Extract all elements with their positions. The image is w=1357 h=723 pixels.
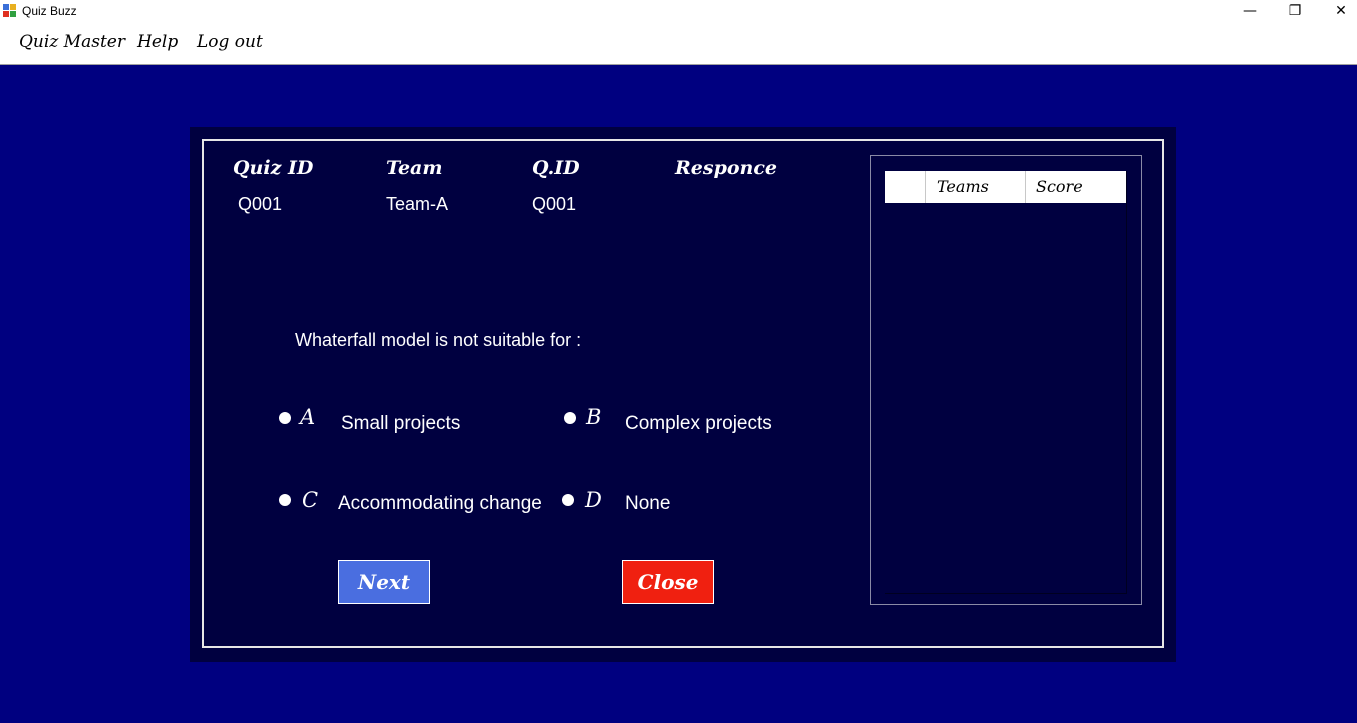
option-b-radio[interactable] (564, 412, 576, 424)
menu-quiz-master[interactable]: Quiz Master (19, 32, 125, 52)
option-a-radio[interactable] (279, 412, 291, 424)
close-icon[interactable]: ✕ (1318, 0, 1357, 24)
menu-help[interactable]: Help (137, 32, 178, 52)
quiz-id-value: Q001 (238, 194, 283, 214)
team-value: Team-A (386, 194, 449, 214)
title-bar: Quiz Buzz — ❐ ✕ (0, 0, 1357, 24)
option-c-text: Accommodating change (338, 493, 542, 514)
minimize-icon[interactable]: — (1227, 0, 1273, 24)
scoreboard-score-column[interactable]: Score (1026, 171, 1126, 203)
app-icon (3, 4, 17, 18)
menu-log-out[interactable]: Log out (197, 32, 263, 52)
next-button[interactable]: Next (338, 560, 430, 604)
qid-label: Q.ID (532, 157, 580, 179)
menu-bar: Quiz Master Help Log out (0, 24, 1357, 65)
question-text: Whaterfall model is not suitable for : (295, 330, 582, 350)
maximize-icon[interactable]: ❐ (1272, 0, 1318, 24)
scoreboard-header-row: Teams Score (885, 171, 1126, 203)
option-a-letter: A (300, 405, 316, 429)
scoreboard-teams-column[interactable]: Teams (926, 171, 1026, 203)
option-d-text: None (625, 493, 671, 514)
window-title: Quiz Buzz (22, 4, 77, 18)
close-button[interactable]: Close (622, 560, 714, 604)
scoreboard-row-header-cell[interactable] (885, 171, 926, 203)
option-c-letter: C (302, 488, 319, 512)
option-b-text: Complex projects (625, 413, 772, 434)
option-c-radio[interactable] (279, 494, 291, 506)
qid-value: Q001 (532, 194, 577, 214)
option-b-letter: B (586, 405, 602, 429)
scoreboard-grid[interactable]: Teams Score (885, 171, 1127, 594)
team-label: Team (386, 157, 443, 179)
response-label: Responce (675, 157, 778, 179)
option-d-radio[interactable] (562, 494, 574, 506)
option-d-letter: D (585, 488, 602, 512)
quiz-id-label: Quiz ID (233, 157, 314, 179)
option-a-text: Small projects (341, 413, 461, 434)
